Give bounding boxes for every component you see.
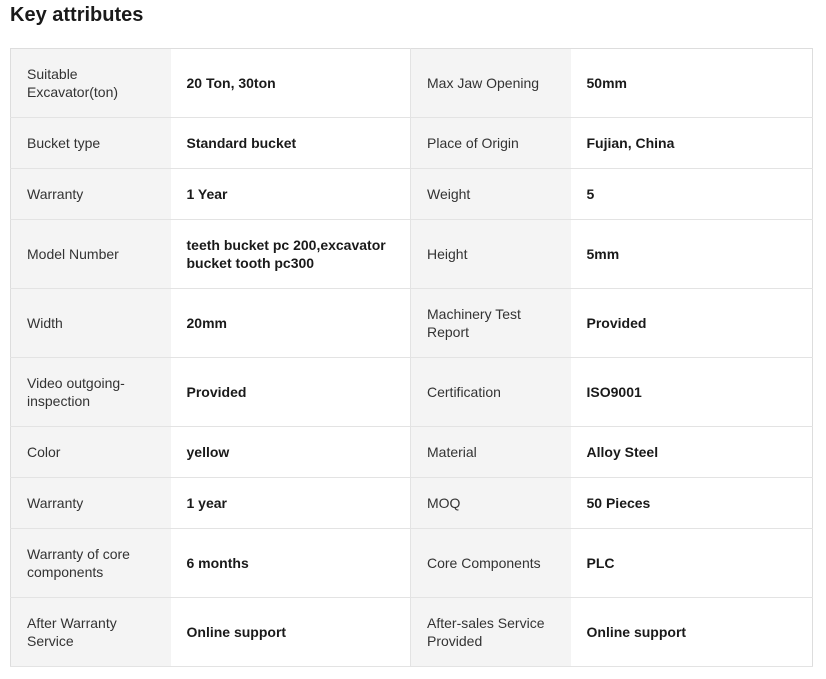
attribute-value: 6 months [170, 528, 411, 598]
attribute-value: Fujian, China [570, 117, 813, 169]
attribute-value: ISO9001 [570, 357, 813, 427]
attribute-value: Provided [570, 288, 813, 358]
table-row: Warranty of core components 6 months Cor… [10, 528, 813, 598]
table-row: Warranty 1 year MOQ 50 Pieces [10, 477, 813, 529]
attribute-label: After-sales Service Provided [410, 597, 571, 667]
table-row: Bucket type Standard bucket Place of Ori… [10, 117, 813, 169]
table-row: Suitable Excavator(ton) 20 Ton, 30ton Ma… [10, 48, 813, 118]
attribute-label: Material [410, 426, 571, 478]
attribute-value: 20 Ton, 30ton [170, 48, 411, 118]
attribute-label: Max Jaw Opening [410, 48, 571, 118]
attribute-label: Width [10, 288, 171, 358]
attribute-label: Machinery Test Report [410, 288, 571, 358]
table-row: Model Number teeth bucket pc 200,excavat… [10, 219, 813, 289]
attribute-label: Model Number [10, 219, 171, 289]
attribute-label: Height [410, 219, 571, 289]
table-row: Warranty 1 Year Weight 5 [10, 168, 813, 220]
attribute-label: Suitable Excavator(ton) [10, 48, 171, 118]
attribute-label: Place of Origin [410, 117, 571, 169]
attribute-label: After Warranty Service [10, 597, 171, 667]
attribute-value: 1 Year [170, 168, 411, 220]
attribute-value: PLC [570, 528, 813, 598]
attribute-label: Warranty [10, 477, 171, 529]
section-title: Key attributes [10, 4, 144, 26]
attribute-label: Color [10, 426, 171, 478]
table-row: Video outgoing-inspection Provided Certi… [10, 357, 813, 427]
attribute-value: 50 Pieces [570, 477, 813, 529]
table-row: After Warranty Service Online support Af… [10, 597, 813, 667]
attribute-value: 50mm [570, 48, 813, 118]
attribute-value: Alloy Steel [570, 426, 813, 478]
attribute-value: 1 year [170, 477, 411, 529]
attribute-label: Certification [410, 357, 571, 427]
key-attributes-table: Suitable Excavator(ton) 20 Ton, 30ton Ma… [10, 48, 813, 667]
attribute-value: Standard bucket [170, 117, 411, 169]
attribute-value: teeth bucket pc 200,excavator bucket too… [170, 219, 411, 289]
attribute-value: Online support [170, 597, 411, 667]
attribute-value: 5 [570, 168, 813, 220]
attribute-label: Warranty [10, 168, 171, 220]
attribute-label: MOQ [410, 477, 571, 529]
table-row: Color yellow Material Alloy Steel [10, 426, 813, 478]
attribute-label: Video outgoing-inspection [10, 357, 171, 427]
attribute-label: Core Components [410, 528, 571, 598]
attribute-label: Warranty of core components [10, 528, 171, 598]
attribute-label: Bucket type [10, 117, 171, 169]
table-row: Width 20mm Machinery Test Report Provide… [10, 288, 813, 358]
attribute-value: 5mm [570, 219, 813, 289]
attribute-value: Provided [170, 357, 411, 427]
attribute-value: Online support [570, 597, 813, 667]
attribute-value: yellow [170, 426, 411, 478]
attribute-label: Weight [410, 168, 571, 220]
attribute-value: 20mm [170, 288, 411, 358]
